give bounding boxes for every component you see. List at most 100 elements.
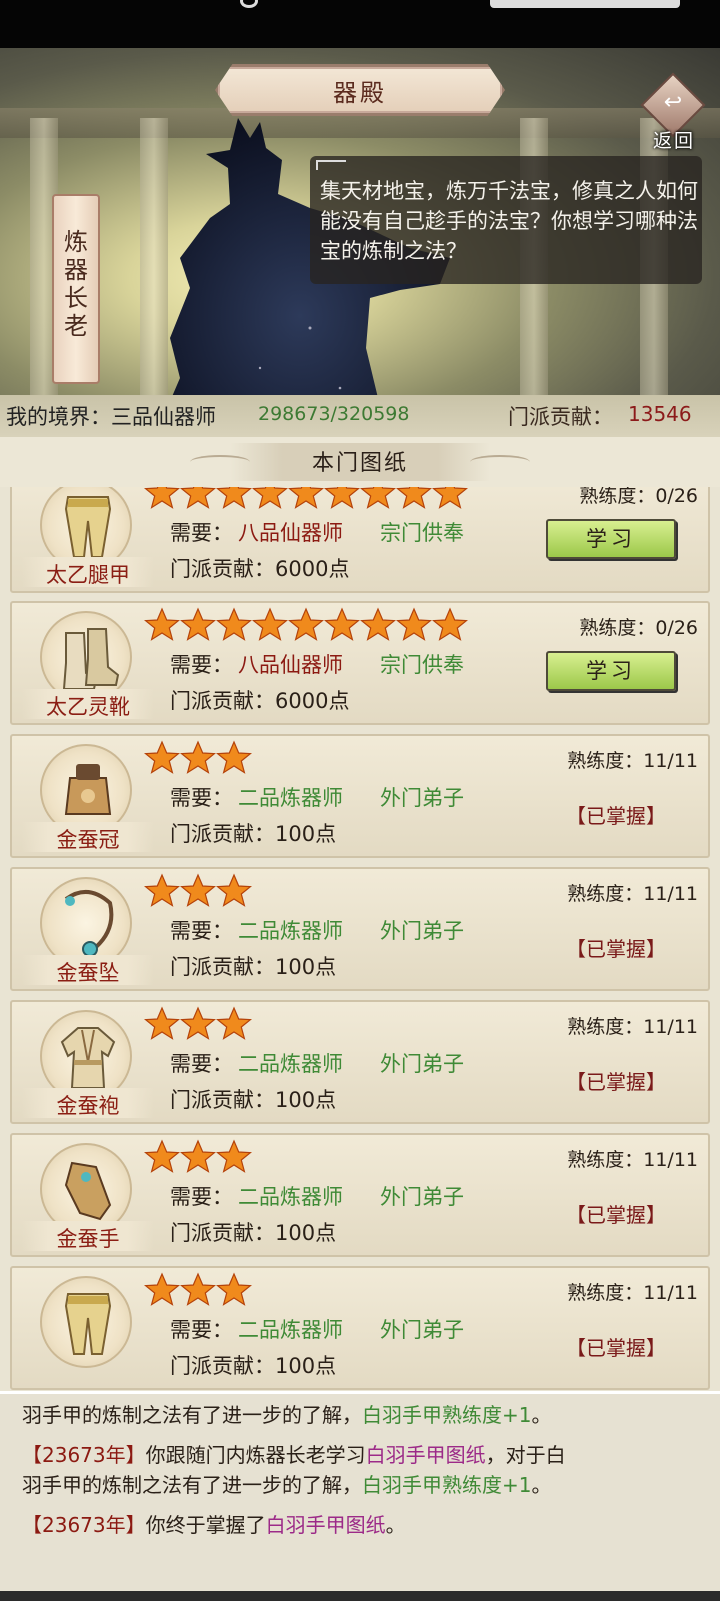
- blueprint-item[interactable]: 金蚕袍 熟练度：11/11 需要： 二品炼器师 外门弟子 门派贡献：100点 【已掌握】: [10, 1000, 710, 1124]
- log-text: 你跟随门内炼器长老学习: [145, 1443, 366, 1467]
- requirement-rank: 宗门供奉: [380, 653, 464, 677]
- requirement-label: 需要：: [170, 521, 233, 545]
- star-icon: [180, 1272, 216, 1306]
- log-text: ，对于白: [485, 1443, 566, 1467]
- star-icon: [288, 487, 324, 509]
- proficiency-value: 11/11: [643, 1282, 698, 1304]
- star-icon: [180, 740, 216, 774]
- proficiency-label: 熟练度：: [567, 750, 644, 772]
- learn-button[interactable]: 学习: [546, 651, 676, 691]
- star-icon: [144, 1139, 180, 1173]
- blueprint-list[interactable]: 太乙腿甲 熟练度：0/26 需要： 八品仙器师 宗门供奉 门派贡献：6000点 学习 太乙灵靴…: [0, 487, 720, 1391]
- proficiency-value: 11/11: [643, 883, 698, 905]
- proficiency-label: 熟练度：: [579, 487, 656, 507]
- back-label: 返回: [652, 130, 695, 152]
- requirement-label: 需要：: [170, 1185, 233, 1209]
- star-icon: [216, 873, 252, 907]
- star-icon: [180, 1006, 216, 1040]
- star-icon: [252, 487, 288, 509]
- blueprint-panel: 本门图纸 太乙腿甲 熟练度：0/26 需要： 八品仙器师 宗门供奉 门派贡献：6000点学…: [0, 437, 720, 1391]
- star-icon: [216, 1272, 252, 1306]
- rarity-stars: [144, 607, 468, 643]
- proficiency: 熟练度：11/11: [567, 1145, 698, 1172]
- requirement-realm: 二品炼器师: [238, 1318, 343, 1342]
- star-icon: [144, 873, 180, 907]
- learn-button-label: 学习: [586, 527, 636, 551]
- blueprint-item[interactable]: 金蚕手 熟练度：11/11 需要： 二品炼器师 外门弟子 门派贡献：100点 【已掌握】: [10, 1133, 710, 1257]
- star-icon: [360, 487, 396, 509]
- log-item-link: 白羽手甲图纸: [265, 1513, 386, 1537]
- mastered-status: 【已掌握】: [566, 1203, 666, 1227]
- log-text: 。: [385, 1513, 406, 1537]
- proficiency: 熟练度：11/11: [567, 746, 698, 773]
- requirement-label: 需要：: [170, 786, 233, 810]
- requirement-rank: 外门弟子: [380, 786, 464, 810]
- system-status-bar: [0, 0, 720, 48]
- panel-header: 本门图纸: [0, 437, 720, 487]
- npc-name-tag: 炼器长老: [48, 194, 104, 394]
- blueprint-item[interactable]: 太乙灵靴 熟练度：0/26 需要： 八品仙器师 宗门供奉 门派贡献：6000点 学习: [10, 601, 710, 725]
- requirement-rank: 宗门供奉: [380, 521, 464, 545]
- proficiency-value: 11/11: [643, 750, 698, 772]
- rarity-stars: [144, 740, 252, 776]
- log-line: 【23673年】你终于掌握了白羽手甲图纸。: [22, 1510, 406, 1540]
- learn-button-label: 学习: [586, 659, 636, 683]
- mastered-status: 【已掌握】: [566, 937, 666, 961]
- npc-dialogue-box: 集天材地宝，炼万千法宝，修真之人如何能没有自己趁手的法宝？你想学习哪种法宝的炼制…: [310, 156, 702, 284]
- star-icon: [180, 1139, 216, 1173]
- requirement-rank: 外门弟子: [380, 1185, 464, 1209]
- log-text: 你终于掌握了: [145, 1513, 266, 1537]
- rarity-stars: [144, 1272, 252, 1308]
- proficiency-value: 0/26: [655, 487, 698, 507]
- log-year: 【23673年】: [22, 1443, 146, 1467]
- npc-name: 炼器长老: [52, 228, 100, 340]
- star-icon: [216, 1139, 252, 1173]
- star-icon: [432, 607, 468, 641]
- rarity-stars: [144, 1006, 252, 1042]
- back-arrow-icon: ↩: [663, 90, 683, 115]
- item-name: 太乙腿甲: [46, 563, 130, 587]
- page-title-plaque: 器殿: [215, 64, 505, 116]
- item-name: 太乙灵靴: [46, 695, 130, 719]
- blueprint-item[interactable]: 金蚕冠 熟练度：11/11 需要： 二品炼器师 外门弟子 门派贡献：100点 【已掌握】: [10, 734, 710, 858]
- proficiency-label: 熟练度：: [567, 1016, 644, 1038]
- learn-button[interactable]: 学习: [546, 519, 676, 559]
- proficiency-value: 11/11: [643, 1016, 698, 1038]
- proficiency: 熟练度：0/26: [579, 613, 698, 640]
- blueprint-item[interactable]: 金蚕坠 熟练度：11/11 需要： 二品炼器师 外门弟子 门派贡献：100点 【已掌握】: [10, 867, 710, 991]
- blueprint-item[interactable]: 太乙腿甲 熟练度：0/26 需要： 八品仙器师 宗门供奉 门派贡献：6000点 学习: [10, 487, 710, 593]
- blueprint-item[interactable]: 熟练度：11/11 需要： 二品炼器师 外门弟子 门派贡献：100点 【已掌握】: [10, 1266, 710, 1390]
- proficiency-label: 熟练度：: [579, 617, 656, 639]
- star-icon: [216, 740, 252, 774]
- proficiency-label: 熟练度：: [567, 1149, 644, 1171]
- proficiency-label: 熟练度：: [567, 1282, 644, 1304]
- contribution-cost: 门派贡献：100点: [170, 822, 337, 846]
- star-icon: [216, 487, 252, 509]
- star-icon: [144, 607, 180, 641]
- log-highlight: 白羽手甲熟练度+1: [362, 1403, 532, 1427]
- star-icon: [216, 1006, 252, 1040]
- star-icon: [360, 607, 396, 641]
- requirement-rank: 外门弟子: [380, 1052, 464, 1076]
- log-line: 【23673年】你跟随门内炼器长老学习白羽手甲图纸，对于白: [22, 1440, 566, 1470]
- star-icon: [396, 607, 432, 641]
- npc-name-text: 炼器长老: [64, 228, 88, 340]
- status-icons-left: [150, 0, 270, 10]
- back-button[interactable]: ↩ 返回: [638, 72, 710, 152]
- requirement-realm: 二品炼器师: [238, 786, 343, 810]
- requirement-label: 需要：: [170, 1318, 233, 1342]
- requirement-realm: 八品仙器师: [238, 653, 343, 677]
- requirement-label: 需要：: [170, 919, 233, 943]
- requirement-rank: 外门弟子: [380, 1318, 464, 1342]
- contribution-cost: 门派贡献：100点: [170, 955, 337, 979]
- star-icon: [252, 607, 288, 641]
- star-icon: [144, 1272, 180, 1306]
- log-line: 羽手甲的炼制之法有了进一步的了解，白羽手甲熟练度+1。: [22, 1470, 551, 1500]
- page-title: 器殿: [333, 78, 387, 107]
- item-name: 金蚕冠: [56, 828, 120, 852]
- star-icon: [396, 487, 432, 509]
- proficiency: 熟练度：11/11: [567, 879, 698, 906]
- mastered-status: 【已掌握】: [566, 1336, 666, 1360]
- log-text: 羽手甲的炼制之法有了进一步的了解，: [22, 1403, 362, 1427]
- requirement-label: 需要：: [170, 1052, 233, 1076]
